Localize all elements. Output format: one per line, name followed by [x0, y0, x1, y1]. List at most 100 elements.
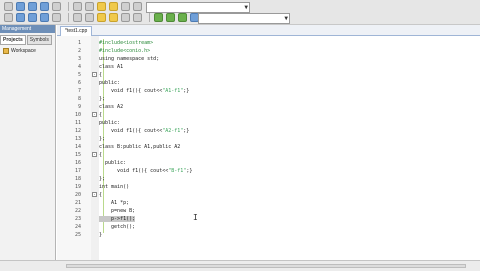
open-file-icon[interactable] [16, 2, 25, 11]
project-options-icon[interactable] [166, 13, 175, 22]
unindent-icon[interactable] [97, 13, 106, 22]
line-number: 17 [74, 168, 81, 174]
text-cursor-icon: I [193, 213, 198, 222]
code-line[interactable]: 13}; [57, 135, 480, 143]
code-line[interactable]: 24 getch(); [57, 223, 480, 231]
toolbar-separator [68, 13, 69, 22]
code-text: #include<conio.h> [99, 48, 151, 54]
goto-icon[interactable] [40, 13, 49, 22]
paste-icon[interactable] [85, 2, 94, 11]
code-line[interactable]: 3 using namespace std; [57, 55, 480, 63]
code-text: getch(); [99, 224, 136, 230]
tab-symbols[interactable]: Symbols [26, 35, 52, 45]
panel-title: Management [0, 25, 55, 33]
function-select[interactable]: ▼ [198, 13, 290, 24]
code-line[interactable]: 4 class A1 [57, 63, 480, 71]
code-line[interactable]: 2 #include<conio.h> [57, 47, 480, 55]
forward-icon[interactable] [16, 13, 25, 22]
code-line[interactable]: 20 -{ [57, 191, 480, 199]
code-line[interactable]: 14 class B:public A1,public A2 [57, 143, 480, 151]
fold-toggle-icon[interactable]: - [92, 72, 97, 77]
toggle-bookmark-icon[interactable] [28, 13, 37, 22]
code-line[interactable]: 6 public: [57, 79, 480, 87]
chevron-down-icon[interactable]: ▼ [244, 4, 248, 11]
workspace-icon [3, 48, 9, 54]
line-number: 25 [74, 232, 81, 238]
fold-toggle-icon[interactable]: - [92, 112, 97, 117]
line-number: 22 [74, 208, 81, 214]
code-text: class A1 [99, 64, 124, 70]
code-line[interactable]: 23 p->f1(); [57, 215, 480, 223]
line-number: 8 [77, 96, 81, 102]
cut-icon[interactable] [52, 2, 61, 11]
line-number: 11 [74, 120, 81, 126]
code-line[interactable]: 16 public: [57, 159, 480, 167]
code-line[interactable]: 10 -{ [57, 111, 480, 119]
editor-tab-row: *test1.cpp [57, 25, 480, 36]
code-line[interactable]: 22 p=new B; [57, 207, 480, 215]
close-project-icon[interactable] [178, 13, 187, 22]
new-project-icon[interactable] [154, 13, 163, 22]
line-number: 3 [77, 56, 81, 62]
indent-icon[interactable] [85, 13, 94, 22]
line-number: 20 [74, 192, 81, 198]
toggle-comment-icon[interactable] [109, 13, 118, 22]
horizontal-scrollbar[interactable] [66, 264, 466, 268]
code-text: public: [99, 80, 121, 86]
workspace-label: Workspace [11, 48, 36, 54]
code-line[interactable]: 12 void f1(){ cout<<"A2-f1";} [57, 127, 480, 135]
new-file-icon[interactable] [4, 2, 13, 11]
code-text: p->f1(); [99, 216, 136, 222]
code-text: int main() [99, 184, 130, 190]
code-text: { [99, 152, 103, 158]
code-line[interactable]: 9 class A2 [57, 103, 480, 111]
code-line[interactable]: 8}; [57, 95, 480, 103]
tab-projects[interactable]: Projects [0, 35, 26, 45]
code-text: #include<iostream> [99, 40, 154, 46]
undo-icon[interactable] [97, 2, 106, 11]
tab-test1-cpp[interactable]: *test1.cpp [60, 26, 93, 36]
line-number: 2 [77, 48, 81, 54]
code-line[interactable]: 7 void f1(){ cout<<"A1-f1";} [57, 87, 480, 95]
code-line[interactable]: 18}; [57, 175, 480, 183]
fold-toggle-icon[interactable]: - [92, 152, 97, 157]
line-number: 15 [74, 152, 81, 158]
code-text: class B:public A1,public A2 [99, 144, 181, 150]
code-line[interactable]: 15 -{ [57, 151, 480, 159]
replace-icon[interactable] [133, 2, 142, 11]
code-line[interactable]: 11 public: [57, 119, 480, 127]
class-browser-icon[interactable] [52, 13, 61, 22]
editor-area: *test1.cpp 1 #include<iostream> 2 #include<… [57, 25, 480, 260]
code-line[interactable]: 19 int main() [57, 183, 480, 191]
find-icon[interactable] [121, 2, 130, 11]
toolbar-separator [68, 2, 69, 11]
code-line[interactable]: 17 void f1(){ cout<<"B-f1";} [57, 167, 480, 175]
redo-icon[interactable] [109, 2, 118, 11]
chevron-down-icon[interactable]: ▼ [284, 15, 288, 22]
code-text: } [99, 232, 103, 238]
line-number: 12 [74, 128, 81, 134]
workspace-tree-item[interactable]: Workspace [0, 48, 55, 54]
unfold-icon[interactable] [133, 13, 142, 22]
code-text: public: [99, 120, 121, 126]
toolbar-row-2 [4, 12, 202, 23]
save-icon[interactable] [28, 2, 37, 11]
save-all-icon[interactable] [40, 2, 49, 11]
toolbar: ▼ ▼ [0, 0, 480, 25]
insert-icon[interactable] [73, 13, 82, 22]
back-icon[interactable] [4, 13, 13, 22]
code-line[interactable]: 21 A1 *p; [57, 199, 480, 207]
code-line[interactable]: 25} [57, 231, 480, 239]
copy-icon[interactable] [73, 2, 82, 11]
code-editor[interactable]: 1 #include<iostream> 2 #include<conio.h> 3 us… [57, 36, 480, 260]
line-number: 18 [74, 176, 81, 182]
code-line[interactable]: 5 -{ [57, 71, 480, 79]
fold-icon[interactable] [121, 13, 130, 22]
line-number: 10 [74, 112, 81, 118]
fold-toggle-icon[interactable]: - [92, 192, 97, 197]
code-text: public: [99, 160, 127, 166]
line-number: 9 [77, 104, 81, 110]
code-line[interactable]: 1 #include<iostream> [57, 39, 480, 47]
compiler-select[interactable]: ▼ [146, 2, 250, 13]
code-text: using namespace std; [99, 56, 160, 62]
